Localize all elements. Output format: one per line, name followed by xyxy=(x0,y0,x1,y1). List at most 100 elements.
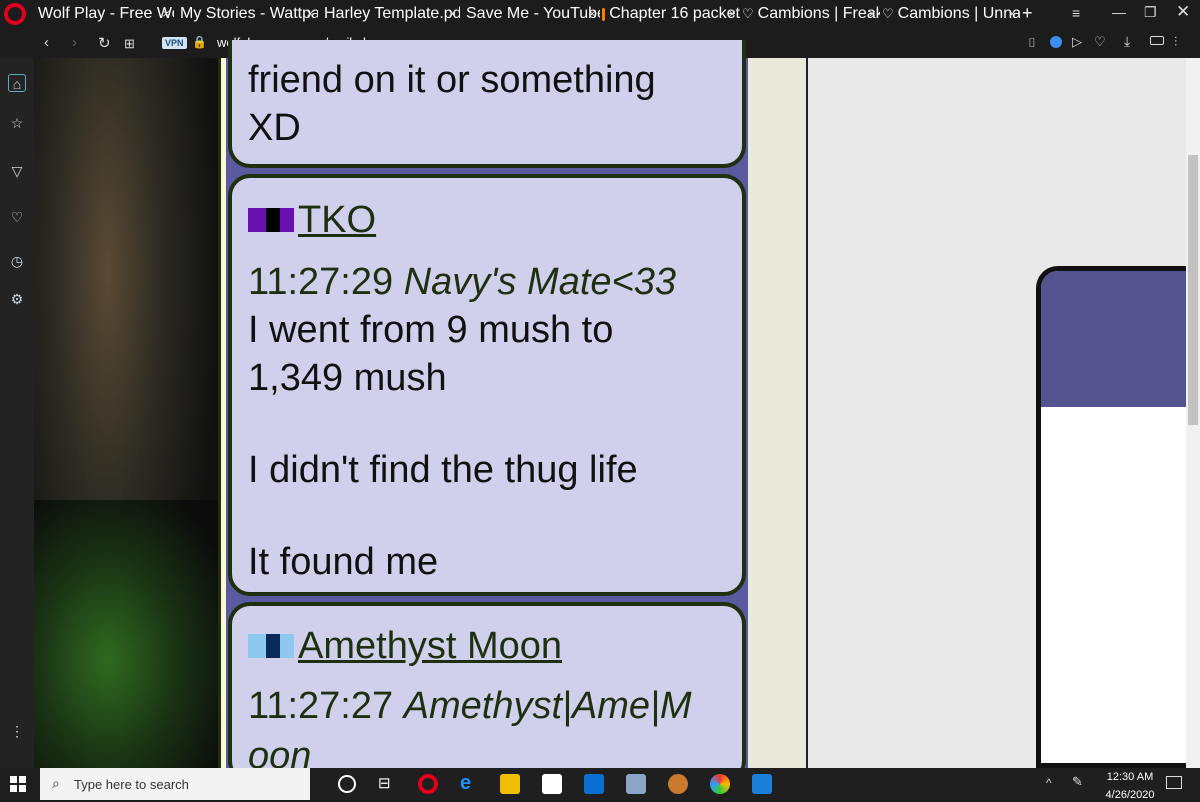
taskbar-search-input[interactable]: ⌕ Type here to search xyxy=(40,768,310,800)
close-tab-icon[interactable]: × xyxy=(588,6,596,21)
download-icon[interactable]: ⤓ xyxy=(1124,33,1130,50)
windows-start-icon[interactable] xyxy=(10,776,26,792)
clock-time: 12:30 AM xyxy=(1106,771,1154,783)
tab-title: Wolf Play - Free Wolf xyxy=(38,5,174,22)
minimize-icon[interactable]: — xyxy=(1112,4,1126,20)
close-tab-icon[interactable]: × xyxy=(728,6,736,21)
cortana-icon[interactable] xyxy=(338,775,356,793)
color-swatch xyxy=(266,208,280,232)
color-swatch xyxy=(248,208,266,232)
sender-link[interactable]: TKO xyxy=(248,196,726,244)
message-bubble: Amethyst Moon 11:27:27 Amethyst|Ame|M oo… xyxy=(228,602,746,782)
back-icon[interactable]: ‹ xyxy=(44,34,49,51)
tab-title: Cambions | Unnatura xyxy=(897,5,1020,22)
camera-icon[interactable]: ⌷ xyxy=(1028,35,1036,51)
pen-icon[interactable]: ✎ xyxy=(1072,774,1083,790)
game-app-icon[interactable] xyxy=(668,774,688,794)
edge-icon[interactable]: e xyxy=(460,772,471,795)
chevron-up-icon[interactable]: ^ xyxy=(1046,776,1052,790)
easy-setup-icon[interactable]: ⫶ xyxy=(1174,34,1177,50)
nickname: Navy's Mate<33 xyxy=(403,261,676,303)
settings-icon[interactable]: ⚙ xyxy=(8,290,26,308)
tab-menu-icon[interactable]: ≡ xyxy=(1072,5,1080,21)
news-feed-icon[interactable]: ▽ xyxy=(8,162,26,180)
forward-icon[interactable]: › xyxy=(72,34,77,51)
color-swatch xyxy=(266,634,280,658)
close-tab-icon[interactable]: × xyxy=(868,6,876,21)
message-timestamp: 11:27:29 Navy's Mate<33 xyxy=(248,258,726,306)
left-border xyxy=(218,58,226,768)
notifications-icon[interactable] xyxy=(1166,776,1182,789)
heart-favicon-icon: ♡ xyxy=(742,6,754,21)
message-text: friend on it or something XD xyxy=(248,59,656,149)
tab-cambions-freaks[interactable]: ♡ Cambions | Freaks Wi × xyxy=(742,0,880,28)
home-icon[interactable]: ⌂ xyxy=(8,74,26,92)
side-card xyxy=(1036,266,1190,768)
time: 11:27:29 xyxy=(248,261,394,303)
side-card-header xyxy=(1041,271,1190,407)
message-text: I didn't find the thug life xyxy=(248,449,638,491)
search-icon: ⌕ xyxy=(52,775,60,791)
reload-icon[interactable]: ↻ xyxy=(98,34,111,52)
store-icon[interactable] xyxy=(542,774,562,794)
more-icon[interactable]: ⋮ xyxy=(8,722,26,740)
message-timestamp: 11:27:27 Amethyst|Ame|M xyxy=(248,682,726,730)
message-bubble: TKO 11:27:29 Navy's Mate<33 I went from … xyxy=(228,174,746,596)
message-text: It found me xyxy=(248,541,439,583)
tab-youtube[interactable]: Save Me - YouTube × xyxy=(462,0,600,28)
packet-favicon-icon xyxy=(602,7,606,21)
color-swatch xyxy=(280,208,294,232)
chrome-icon[interactable] xyxy=(710,774,730,794)
time: 11:27:27 xyxy=(248,685,394,727)
tab-wolf-play[interactable]: Wolf Play - Free Wolf × xyxy=(34,0,174,28)
scrollbar-thumb[interactable] xyxy=(1188,155,1198,425)
sender-name: TKO xyxy=(298,199,377,241)
lock-icon: 🔒 xyxy=(192,35,207,49)
tab-title: Save Me - YouTube xyxy=(466,5,600,22)
tab-title: Chapter 16 packet xyxy=(609,5,740,22)
close-tab-icon[interactable]: × xyxy=(1008,6,1016,21)
photos-icon[interactable] xyxy=(626,774,646,794)
search-placeholder: Type here to search xyxy=(74,776,189,792)
sender-link[interactable]: Amethyst Moon xyxy=(248,622,726,670)
vpn-badge[interactable]: VPN xyxy=(162,37,187,49)
side-rail xyxy=(748,58,808,768)
close-window-icon[interactable]: ✕ xyxy=(1176,2,1190,22)
heart-favicon-icon: ♡ xyxy=(882,6,894,21)
close-tab-icon[interactable]: × xyxy=(162,6,170,21)
tab-chapter-16[interactable]: Chapter 16 packet × xyxy=(602,0,740,28)
nickname: Amethyst|Ame|M xyxy=(403,685,692,727)
heart-icon[interactable]: ♡ xyxy=(1094,34,1106,50)
close-tab-icon[interactable]: × xyxy=(448,6,456,21)
mail-icon[interactable] xyxy=(584,774,604,794)
color-swatch xyxy=(280,634,294,658)
tab-title: My Stories - Wattpad xyxy=(180,5,318,22)
close-tab-icon[interactable]: × xyxy=(306,6,314,21)
tab-title: Harley Template.pdf xyxy=(324,5,460,22)
tab-cambions-unnatural[interactable]: ♡ Cambions | Unnatura × xyxy=(882,0,1020,28)
play-icon[interactable]: ▷ xyxy=(1072,34,1082,50)
shield-icon[interactable] xyxy=(1050,36,1062,48)
bookmarks-icon[interactable]: ☆ xyxy=(8,114,26,132)
favorites-icon[interactable]: ♡ xyxy=(8,208,26,226)
photo-editor-icon[interactable] xyxy=(752,774,772,794)
message-text: I went from 9 mush to 1,349 mush xyxy=(248,309,614,399)
sender-name: Amethyst Moon xyxy=(298,625,562,667)
tab-title: Cambions | Freaks Wi xyxy=(757,5,880,22)
page-background-image xyxy=(34,500,218,768)
file-explorer-icon[interactable] xyxy=(500,774,520,794)
opera-sidebar: ⌂ ☆ ▽ ♡ ◷ ⚙ ⋮ xyxy=(0,58,34,768)
system-clock[interactable]: 12:30 AM 4/26/2020 xyxy=(1098,770,1162,802)
history-icon[interactable]: ◷ xyxy=(8,252,26,270)
battery-icon[interactable] xyxy=(1150,36,1164,45)
message-bubble: friend on it or something XD xyxy=(228,40,746,168)
task-view-icon[interactable]: ⊟ xyxy=(378,774,391,792)
opera-taskbar-icon[interactable] xyxy=(418,774,438,794)
new-tab-button[interactable]: + xyxy=(1022,3,1033,24)
opera-menu-icon[interactable] xyxy=(4,3,26,25)
restore-icon[interactable]: ❐ xyxy=(1144,4,1157,21)
tab-wattpad[interactable]: My Stories - Wattpad × xyxy=(176,0,318,28)
tab-harley-pdf[interactable]: Harley Template.pdf × xyxy=(320,0,460,28)
speed-dial-icon[interactable]: ⊞ xyxy=(124,36,135,52)
color-swatch xyxy=(248,634,266,658)
